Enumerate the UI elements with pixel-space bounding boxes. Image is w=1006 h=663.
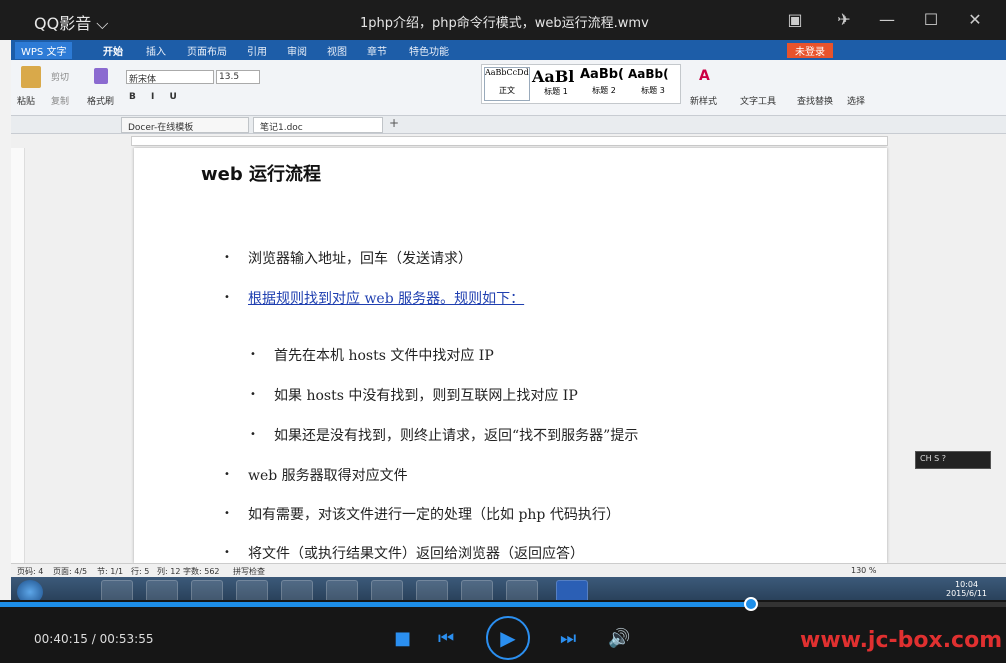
bullet-icon: • bbox=[250, 389, 256, 400]
close-icon[interactable]: ✕ bbox=[963, 8, 987, 32]
ime-toolbar[interactable]: CH S ? bbox=[915, 451, 991, 469]
list-item: 首先在本机 hosts 文件中找对应 IP bbox=[274, 348, 494, 364]
status-line: 行: 5 bbox=[131, 567, 150, 576]
player-titlebar: QQ影音 ⌵ 1php介绍，php命令行模式，web运行流程.wmv ▣ ✈ —… bbox=[0, 0, 1006, 40]
minimize-icon[interactable]: — bbox=[875, 8, 899, 32]
list-item: web 服务器取得对应文件 bbox=[248, 468, 408, 484]
windows-taskbar: 10:04 2015/6/11 bbox=[11, 577, 1006, 600]
app-icon[interactable] bbox=[326, 580, 358, 600]
chrome-icon[interactable] bbox=[191, 580, 223, 600]
new-tab-icon[interactable]: + bbox=[389, 116, 399, 130]
font-size-select[interactable]: 13.5 bbox=[216, 70, 260, 84]
bullet-icon: • bbox=[224, 469, 230, 480]
notes-icon[interactable] bbox=[461, 580, 493, 600]
video-file-title: 1php介绍，php命令行模式，web运行流程.wmv bbox=[360, 16, 649, 31]
live-icon[interactable] bbox=[506, 580, 538, 600]
zoom-level[interactable]: 130 % bbox=[851, 566, 876, 575]
find-replace-button[interactable]: 查找替换 bbox=[797, 94, 833, 107]
new-style-icon[interactable]: A bbox=[699, 68, 713, 84]
status-page: 页码: 4 bbox=[17, 567, 44, 576]
tab-chapter[interactable]: 章节 bbox=[367, 43, 387, 58]
calculator-icon[interactable] bbox=[371, 580, 403, 600]
vertical-ruler[interactable] bbox=[11, 148, 25, 563]
stop-icon[interactable]: ■ bbox=[394, 628, 411, 649]
copy-button[interactable]: 复制 bbox=[51, 94, 69, 107]
text-format-buttons[interactable]: B I U bbox=[129, 92, 183, 102]
style-gallery: AaBbCcDd 正文 AaBl 标题 1 AaBb( 标题 2 AaBb( 标… bbox=[481, 64, 681, 104]
style-heading-2[interactable]: AaBb( 标题 2 bbox=[580, 67, 628, 101]
horizontal-ruler[interactable] bbox=[131, 136, 888, 146]
cmd-icon[interactable] bbox=[416, 580, 448, 600]
tab-start[interactable]: 开始 bbox=[103, 43, 123, 58]
list-item: 将文件（或执行结果文件）返回给浏览器（返回应答） bbox=[248, 546, 584, 562]
pin-icon[interactable]: ✈ bbox=[832, 8, 856, 32]
style-heading-1[interactable]: AaBl 标题 1 bbox=[532, 67, 580, 101]
app-icon[interactable] bbox=[281, 580, 313, 600]
status-spellcheck[interactable]: 拼写检查 bbox=[233, 566, 265, 577]
list-item: 如有需要，对该文件进行一定的处理（比如 php 代码执行） bbox=[248, 507, 620, 523]
explorer-icon[interactable] bbox=[146, 580, 178, 600]
list-item: 如果还是没有找到，则终止请求，返回“找不到服务器”提示 bbox=[274, 428, 639, 444]
progress-fill bbox=[0, 602, 751, 607]
desktop-edge bbox=[0, 40, 11, 600]
tab-review[interactable]: 审阅 bbox=[287, 43, 307, 58]
firefox-icon[interactable] bbox=[101, 580, 133, 600]
doc-tab-docer[interactable]: Docer-在线模板 bbox=[121, 117, 249, 133]
tab-features[interactable]: 特色功能 bbox=[409, 43, 449, 58]
paste-button[interactable]: 粘贴 bbox=[17, 94, 35, 107]
bullet-icon: • bbox=[250, 349, 256, 360]
bullet-icon: • bbox=[224, 292, 230, 303]
ribbon: 粘贴 剪切 复制 格式刷 新宋体 13.5 B I U AaBbCcDd 正文 … bbox=[11, 60, 1006, 116]
start-button[interactable] bbox=[17, 580, 43, 600]
login-button[interactable]: 未登录 bbox=[787, 43, 833, 58]
tab-references[interactable]: 引用 bbox=[247, 43, 267, 58]
wps-app-button[interactable]: WPS 文字 bbox=[15, 42, 73, 59]
tab-view[interactable]: 视图 bbox=[327, 43, 347, 58]
tab-page-layout[interactable]: 页面布局 bbox=[187, 43, 227, 58]
progress-handle[interactable] bbox=[743, 597, 758, 611]
bullet-icon: • bbox=[250, 429, 256, 440]
watermark: www.jc-box.com bbox=[800, 628, 1003, 653]
wps-menubar: WPS 文字 开始 插入 页面布局 引用 审阅 视图 章节 特色功能 未登录 bbox=[11, 40, 1006, 60]
list-item: 浏览器输入地址，回车（发送请求） bbox=[248, 251, 472, 267]
prev-icon[interactable]: ⏮ bbox=[438, 628, 454, 649]
status-bar: 页码: 4 页面: 4/5 节: 1/1 行: 5 列: 12 字数: 562 … bbox=[11, 563, 1006, 577]
doc-heading: web 运行流程 bbox=[201, 164, 321, 185]
maximize-icon[interactable]: ☐ bbox=[919, 8, 943, 32]
list-item: 根据规则找到对应 web 服务器。规则如下： bbox=[248, 291, 525, 307]
tab-insert[interactable]: 插入 bbox=[146, 43, 166, 58]
time-display: 00:40:15 / 00:53:55 bbox=[34, 632, 154, 646]
new-style-button[interactable]: 新样式 bbox=[690, 94, 717, 107]
format-painter-icon[interactable] bbox=[94, 68, 108, 84]
cut-button[interactable]: 剪切 bbox=[51, 70, 69, 83]
wps-writer-icon[interactable] bbox=[556, 580, 588, 600]
style-heading-3[interactable]: AaBb( 标题 3 bbox=[628, 67, 678, 101]
app-menu-button[interactable]: QQ影音 ⌵ bbox=[34, 10, 108, 34]
bullet-icon: • bbox=[224, 252, 230, 263]
status-section: 节: 1/1 bbox=[97, 567, 124, 576]
next-icon[interactable]: ⏭ bbox=[560, 628, 576, 649]
bullet-icon: • bbox=[224, 508, 230, 519]
font-name-select[interactable]: 新宋体 bbox=[126, 70, 214, 85]
taskbar-clock[interactable]: 10:04 2015/6/11 bbox=[946, 580, 987, 598]
text-tools-button[interactable]: 文字工具 bbox=[740, 94, 776, 107]
play-icon[interactable]: ▶ bbox=[486, 616, 530, 660]
format-painter-button[interactable]: 格式刷 bbox=[87, 94, 114, 107]
volume-icon[interactable]: 🔊 bbox=[608, 628, 630, 649]
video-frame[interactable]: WPS 文字 开始 插入 页面布局 引用 审阅 视图 章节 特色功能 未登录 粘… bbox=[11, 40, 1006, 600]
app-icon[interactable] bbox=[236, 580, 268, 600]
document-tabs: Docer-在线模板 笔记1.doc + bbox=[11, 116, 1006, 134]
paste-icon[interactable] bbox=[21, 66, 41, 88]
status-col: 列: 12 bbox=[157, 567, 181, 576]
list-item: 如果 hosts 中没有找到，则到互联网上找对应 IP bbox=[274, 388, 578, 404]
style-normal[interactable]: AaBbCcDd 正文 bbox=[484, 67, 530, 101]
document-page[interactable]: web 运行流程 • 浏览器输入地址，回车（发送请求） • 根据规则找到对应 web … bbox=[134, 148, 887, 600]
bullet-icon: • bbox=[224, 547, 230, 558]
doc-tab-notes[interactable]: 笔记1.doc bbox=[253, 117, 383, 133]
select-button[interactable]: 选择 bbox=[847, 94, 865, 107]
screenshot-icon[interactable]: ▣ bbox=[783, 8, 807, 32]
status-pages: 页面: 4/5 bbox=[53, 567, 88, 576]
status-words: 字数: 562 bbox=[183, 567, 220, 576]
